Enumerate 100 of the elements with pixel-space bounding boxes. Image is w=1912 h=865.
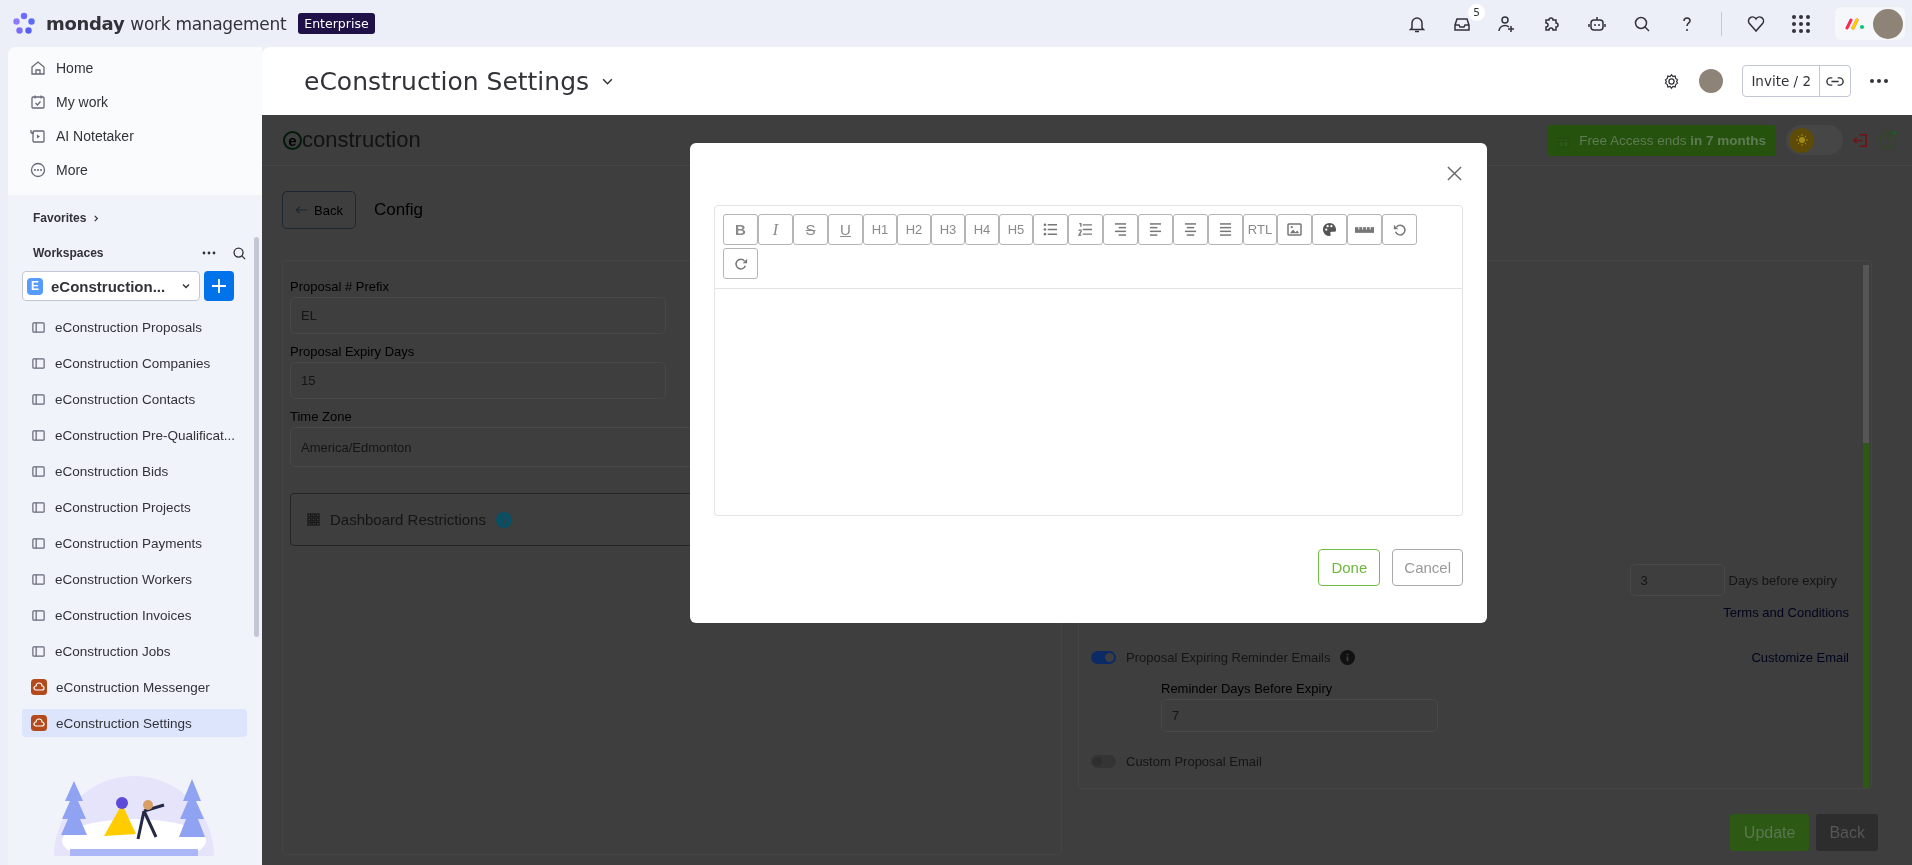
align-button[interactable]: [1173, 214, 1208, 245]
field-label: Time Zone: [290, 409, 353, 424]
heart-icon: [1746, 13, 1766, 34]
italic-button[interactable]: I: [758, 214, 793, 245]
more-dots-icon[interactable]: [202, 251, 216, 255]
bold-button[interactable]: B: [723, 214, 758, 245]
video-note-icon: [30, 128, 46, 144]
workspaces-heading: Workspaces: [33, 246, 105, 260]
inbox-count-badge: 5: [1468, 3, 1485, 21]
bullet-list-button[interactable]: [1033, 214, 1068, 245]
nav-item[interactable]: AI Notetaker: [30, 119, 262, 153]
grid-icon: [307, 513, 320, 526]
format-button[interactable]: H5: [999, 214, 1033, 245]
close-icon: [1447, 166, 1462, 181]
product-name: work management: [130, 13, 287, 34]
close-button[interactable]: [1446, 165, 1463, 182]
back-button[interactable]: Back: [282, 191, 356, 229]
color-button[interactable]: [1312, 214, 1347, 245]
field-label: Reminder Days Before Expiry: [1161, 681, 1334, 696]
page-title[interactable]: eConstruction Settings: [304, 66, 615, 96]
brand-name: monday: [46, 13, 125, 34]
invite-button[interactable]: Invite / 2: [1743, 66, 1820, 96]
theme-toggle[interactable]: [1786, 125, 1843, 155]
text-align-icon: [1218, 223, 1233, 236]
board-icon: [31, 463, 46, 479]
board-item[interactable]: eConstruction Workers: [22, 561, 247, 597]
terms-link[interactable]: Terms and Conditions: [1723, 605, 1849, 620]
format-button[interactable]: H3: [931, 214, 965, 245]
board-item[interactable]: eConstruction Messenger: [22, 669, 247, 705]
avatar[interactable]: [1699, 69, 1724, 93]
field-label: Proposal # Prefix: [290, 279, 390, 294]
board-icon: [31, 499, 46, 515]
more-dots-icon[interactable]: [1870, 79, 1888, 83]
board-item[interactable]: eConstruction Bids: [22, 453, 247, 489]
image-icon: [1287, 223, 1302, 236]
underline-button[interactable]: U: [828, 214, 863, 245]
board-item[interactable]: eConstruction Proposals: [22, 309, 247, 345]
workspace-initial: E: [27, 277, 43, 295]
text-align-icon: [1148, 223, 1163, 236]
toggle-switch[interactable]: [1091, 650, 1116, 664]
board-icon: [31, 319, 46, 335]
numbered-list-button[interactable]: [1068, 214, 1103, 245]
format-button[interactable]: H1: [863, 214, 897, 245]
ruler-icon: [1355, 225, 1374, 234]
text-align-icon: [1183, 223, 1198, 236]
undo-button[interactable]: [1382, 214, 1417, 245]
text-align-icon: [1113, 223, 1128, 236]
align-button[interactable]: [1103, 214, 1138, 245]
search-icon[interactable]: [232, 245, 247, 261]
nav-item[interactable]: My work: [30, 85, 262, 119]
board-icon: [31, 391, 46, 407]
format-button[interactable]: H4: [965, 214, 999, 245]
align-button[interactable]: [1138, 214, 1173, 245]
account-button[interactable]: [1835, 7, 1905, 40]
board-item[interactable]: eConstruction Invoices: [22, 597, 247, 633]
more-icon: [30, 162, 46, 178]
numbered-list-icon: [1078, 223, 1093, 236]
board-item[interactable]: eConstruction Settings: [22, 709, 247, 737]
board-item[interactable]: eConstruction Payments: [22, 525, 247, 561]
align-button[interactable]: [1208, 214, 1243, 245]
board-icon: [31, 643, 46, 659]
strikethrough-button[interactable]: S: [793, 214, 828, 245]
app-grid-button[interactable]: [1790, 12, 1812, 35]
avatar: [1873, 8, 1903, 39]
add-button[interactable]: [204, 271, 234, 301]
calendar-check-icon: [30, 94, 46, 110]
nav-item[interactable]: Home: [30, 51, 262, 85]
chevron-down-icon: [181, 281, 191, 291]
flower-logo-icon: [12, 11, 36, 36]
logo-mark: e: [283, 130, 302, 150]
horizontal-rule-button[interactable]: [1347, 214, 1382, 245]
format-button[interactable]: H2: [897, 214, 931, 245]
scrollbar[interactable]: [1863, 265, 1869, 788]
cancel-button[interactable]: Cancel: [1392, 549, 1463, 586]
info-icon: [495, 511, 512, 528]
sun-icon: [1795, 134, 1808, 146]
free-access-banner: Free Access ends in 7 months: [1547, 124, 1775, 156]
workspace-selector[interactable]: E eConstruction...: [22, 271, 200, 301]
board-item[interactable]: eConstruction Contacts: [22, 381, 247, 417]
board-item[interactable]: eConstruction Jobs: [22, 633, 247, 669]
favorites-toggle[interactable]: Favorites: [33, 209, 247, 227]
nav-item[interactable]: More: [30, 153, 262, 187]
done-button[interactable]: Done: [1318, 549, 1381, 586]
board-icon: [31, 355, 46, 371]
board-item[interactable]: eConstruction Projects: [22, 489, 247, 525]
customize-email-link[interactable]: Customize Email: [1751, 649, 1849, 665]
format-button[interactable]: RTL: [1243, 214, 1277, 245]
undo-icon: [1392, 222, 1407, 237]
board-item[interactable]: eConstruction Pre-Qualificat...: [22, 417, 247, 453]
field-label: Proposal Expiry Days: [290, 344, 416, 359]
grid-icon: [1791, 13, 1811, 34]
redo-button[interactable]: [723, 248, 758, 279]
settings-icon[interactable]: [1663, 72, 1681, 90]
board-icon: [31, 427, 46, 443]
monday-mark-icon: [1845, 17, 1865, 30]
board-item[interactable]: eConstruction Companies: [22, 345, 247, 381]
info-icon: [1340, 649, 1356, 665]
board-icon: [31, 535, 46, 551]
config-heading: Config: [373, 200, 424, 220]
person-plus-icon: [1497, 13, 1517, 34]
